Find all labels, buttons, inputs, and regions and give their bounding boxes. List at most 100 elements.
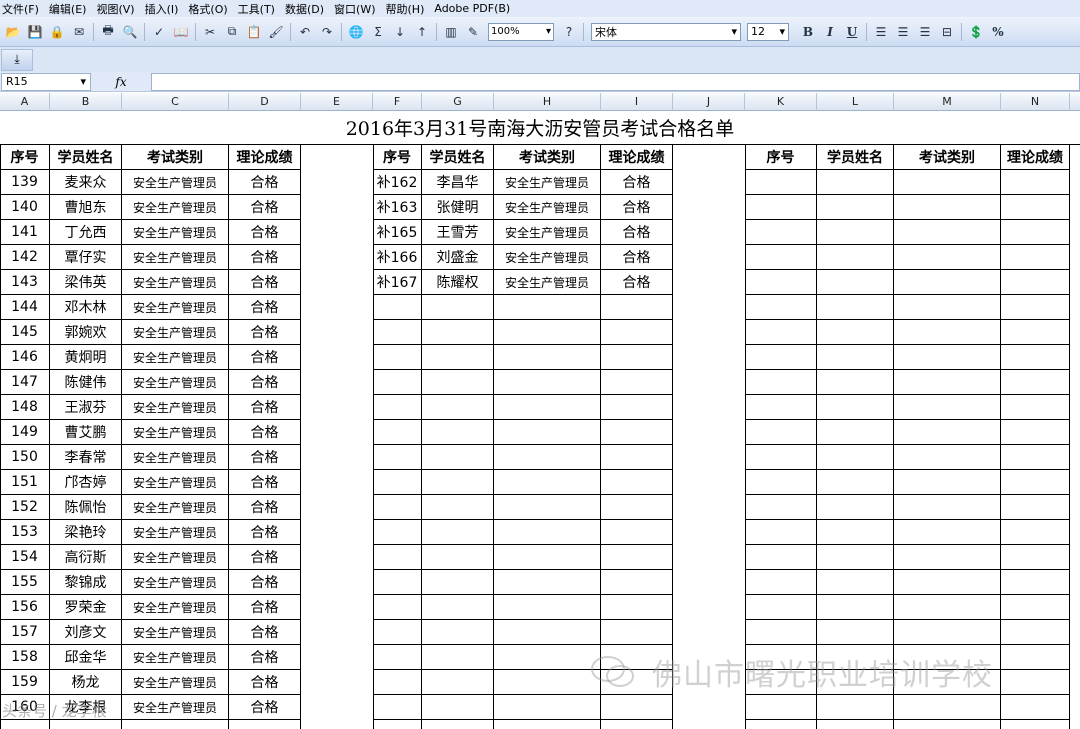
cell-seq[interactable] — [373, 720, 422, 729]
cell-name[interactable]: 陈耀权 — [422, 270, 494, 295]
cell-category[interactable] — [122, 720, 229, 729]
cell-score[interactable] — [1001, 620, 1070, 645]
menu-item[interactable]: Adobe PDF(B) — [432, 2, 518, 15]
cell-seq[interactable] — [745, 620, 817, 645]
column-header[interactable]: E — [301, 93, 373, 111]
cell-category[interactable] — [494, 645, 601, 670]
name-box[interactable]: R15 ▾ — [1, 72, 91, 91]
column-header[interactable]: D — [229, 93, 301, 111]
cell-score[interactable] — [1001, 295, 1070, 320]
cell-seq[interactable]: 143 — [0, 270, 50, 295]
cell-seq[interactable]: 140 — [0, 195, 50, 220]
cell-seq[interactable] — [745, 245, 817, 270]
cell-score[interactable]: 合格 — [229, 320, 301, 345]
cell-category[interactable] — [894, 420, 1001, 445]
column-header[interactable]: G — [422, 93, 494, 111]
cell-score[interactable] — [1001, 520, 1070, 545]
cell-seq[interactable]: 148 — [0, 395, 50, 420]
cell-name[interactable]: 罗荣金 — [50, 595, 122, 620]
cell-seq[interactable]: 149 — [0, 420, 50, 445]
menu-item[interactable]: 视图(V) — [94, 1, 142, 17]
cell-seq[interactable]: 补162 — [373, 170, 422, 195]
cell-seq[interactable]: 142 — [0, 245, 50, 270]
align-center-icon[interactable]: ☰ — [894, 23, 912, 41]
cell-name[interactable]: 麦来众 — [50, 170, 122, 195]
column-header[interactable]: I — [601, 93, 673, 111]
underline-button[interactable]: U — [843, 23, 861, 41]
menu-item[interactable]: 编辑(E) — [47, 1, 95, 17]
cell-name[interactable]: 邓木林 — [50, 295, 122, 320]
cell-score[interactable] — [601, 720, 673, 729]
cell-seq[interactable]: 159 — [0, 670, 50, 695]
cell-name[interactable] — [817, 695, 894, 720]
cell-name[interactable] — [817, 420, 894, 445]
cell-score[interactable] — [601, 620, 673, 645]
cell-name[interactable]: 刘盛金 — [422, 245, 494, 270]
cell-seq[interactable] — [745, 420, 817, 445]
cell-category[interactable] — [894, 445, 1001, 470]
cell-category[interactable] — [894, 395, 1001, 420]
hyperlink-icon[interactable]: 🌐 — [347, 23, 365, 41]
redo-icon[interactable]: ↷ — [318, 23, 336, 41]
cell-category[interactable]: 安全生产管理员 — [122, 470, 229, 495]
cell-seq[interactable]: 151 — [0, 470, 50, 495]
cell-category[interactable]: 安全生产管理员 — [122, 520, 229, 545]
cell-name[interactable]: 刘彦文 — [50, 620, 122, 645]
cell-score[interactable] — [1001, 420, 1070, 445]
cell-name[interactable] — [817, 720, 894, 729]
cell-category[interactable] — [494, 320, 601, 345]
cell-score[interactable]: 合格 — [229, 470, 301, 495]
insert-function-button[interactable]: fx — [91, 75, 151, 89]
cell-category[interactable]: 安全生产管理员 — [122, 345, 229, 370]
zoom-select[interactable]: 100% ▾ — [488, 22, 554, 41]
email-icon[interactable]: ✉ — [70, 23, 88, 41]
cell-score[interactable] — [601, 295, 673, 320]
spelling-icon[interactable]: ✓ — [150, 23, 168, 41]
cell-seq[interactable]: 补167 — [373, 270, 422, 295]
cell-name[interactable]: 黄炯明 — [50, 345, 122, 370]
cell-score[interactable]: 合格 — [229, 170, 301, 195]
cell-seq[interactable]: 153 — [0, 520, 50, 545]
cell-score[interactable] — [601, 695, 673, 720]
cell-score[interactable] — [1001, 545, 1070, 570]
cell-seq[interactable]: 158 — [0, 645, 50, 670]
cell-name[interactable] — [50, 720, 122, 729]
column-header[interactable]: J — [673, 93, 745, 111]
cell-name[interactable]: 曹艾鹏 — [50, 420, 122, 445]
column-header[interactable]: L — [817, 93, 894, 111]
cell-category[interactable]: 安全生产管理员 — [122, 395, 229, 420]
cell-seq[interactable] — [373, 470, 422, 495]
cell-name[interactable] — [422, 570, 494, 595]
italic-button[interactable]: I — [821, 23, 839, 41]
cell-category[interactable] — [894, 495, 1001, 520]
cell-name[interactable] — [817, 545, 894, 570]
cell-seq[interactable] — [745, 295, 817, 320]
cell-name[interactable]: 覃仔实 — [50, 245, 122, 270]
print-icon[interactable]: 🖶 — [99, 23, 117, 41]
cell-category[interactable] — [894, 620, 1001, 645]
cell-name[interactable] — [817, 170, 894, 195]
cell-seq[interactable] — [373, 695, 422, 720]
cell-category[interactable]: 安全生产管理员 — [122, 620, 229, 645]
cell-score[interactable] — [1001, 445, 1070, 470]
cell-name[interactable]: 王雪芳 — [422, 220, 494, 245]
column-header[interactable]: B — [50, 93, 122, 111]
menu-item[interactable]: 工具(T) — [236, 1, 283, 17]
column-header[interactable]: F — [373, 93, 422, 111]
cell-score[interactable] — [1001, 320, 1070, 345]
cell-category[interactable] — [494, 570, 601, 595]
cell-category[interactable] — [494, 345, 601, 370]
cell-name[interactable]: 张健明 — [422, 195, 494, 220]
cell-score[interactable] — [1001, 645, 1070, 670]
cell-score[interactable]: 合格 — [229, 520, 301, 545]
bold-button[interactable]: B — [799, 23, 817, 41]
cell-category[interactable] — [494, 520, 601, 545]
cell-category[interactable]: 安全生产管理员 — [122, 445, 229, 470]
cell-category[interactable]: 安全生产管理员 — [122, 320, 229, 345]
cell-category[interactable] — [894, 170, 1001, 195]
cell-seq[interactable] — [745, 395, 817, 420]
cell-name[interactable] — [422, 645, 494, 670]
cell-seq[interactable] — [373, 420, 422, 445]
cell-score[interactable] — [1001, 495, 1070, 520]
cell-name[interactable] — [817, 595, 894, 620]
